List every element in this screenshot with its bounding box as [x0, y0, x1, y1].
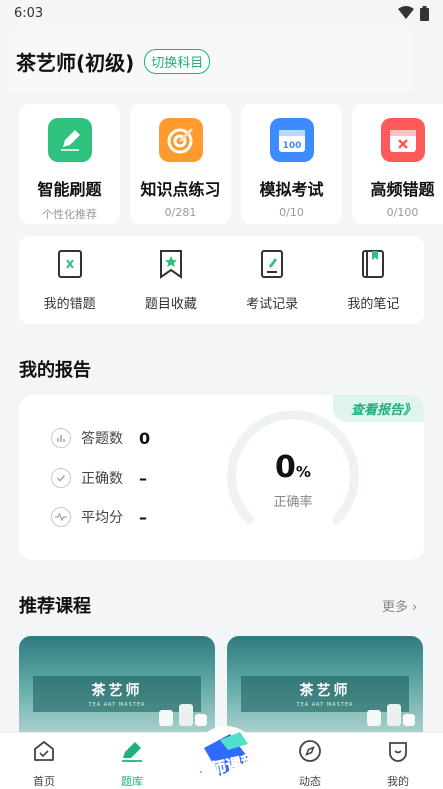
compass-icon: [299, 740, 321, 762]
tool-label: 我的笔记: [347, 296, 400, 312]
tab-profile[interactable]: 我的: [368, 739, 428, 789]
target-icon: [158, 118, 203, 162]
stat-value: –: [139, 468, 147, 488]
battery-icon: [420, 5, 429, 21]
tool-label: 题目收藏: [144, 296, 197, 312]
practice-card-mock-exam[interactable]: 100 模拟考试 0/10: [241, 104, 342, 224]
course-card[interactable]: 茶艺师 TEA ART MASTER: [227, 636, 423, 732]
course-subtitle: TEA ART MASTER: [296, 702, 354, 708]
notebook-icon: [362, 249, 385, 278]
practice-card-frequent-errors[interactable]: 高频错题 0/100: [352, 104, 443, 224]
subject-header: 茶艺师(初级) 切换科目: [8, 30, 412, 92]
tools-row: 我的错题 题目收藏 考试记录 我的笔记: [19, 236, 424, 324]
course-title: 茶艺师: [91, 683, 143, 699]
tool-label: 考试记录: [246, 296, 299, 312]
courses-title: 推荐课程: [19, 596, 91, 617]
practice-card-knowledge[interactable]: 知识点练习 0/281: [130, 104, 231, 224]
status-time: 6:03: [14, 5, 44, 21]
practice-sub: 个性化推荐: [42, 208, 97, 221]
practice-sub: 0/10: [279, 206, 304, 219]
practice-name: 知识点练习: [140, 180, 221, 199]
tab-label: 题库: [121, 775, 143, 788]
subject-title: 茶艺师(初级): [16, 50, 135, 75]
wrong-book-icon: [57, 249, 82, 278]
check-icon: [51, 468, 71, 488]
bookmark-star-icon: [159, 249, 182, 279]
stat-answered: 答题数 0: [51, 428, 150, 448]
tab-feed[interactable]: 动态: [280, 739, 340, 789]
accuracy-unit: %: [295, 463, 311, 481]
calendar-100-icon: 100: [269, 118, 314, 162]
pencil-icon: [122, 742, 142, 762]
course-subtitle: TEA ART MASTER: [88, 702, 146, 708]
tab-home[interactable]: 首页: [14, 739, 74, 789]
report-card: 查看报告》 答题数 0 正确数 – 平均分 – 0% 正确率: [19, 395, 424, 560]
accuracy-label: 正确率: [273, 495, 313, 510]
more-label: 更多: [382, 600, 409, 615]
practice-card-smart[interactable]: 智能刷题 个性化推荐: [19, 104, 120, 224]
wifi-icon: [398, 6, 414, 19]
tool-wrong-questions[interactable]: 我的错题: [25, 249, 115, 312]
practice-name: 模拟考试: [259, 180, 324, 199]
stat-correct: 正确数 –: [51, 468, 147, 488]
accuracy-value: 0%: [227, 450, 359, 485]
exam-record-icon: [261, 249, 284, 278]
tea-cups-image: [367, 704, 415, 726]
accuracy-number: 0: [275, 450, 296, 485]
pulse-icon: [51, 507, 71, 527]
error-icon: [380, 118, 425, 162]
tab-question-bank[interactable]: 题库: [102, 739, 162, 789]
course-card[interactable]: 茶艺师 TEA ART MASTER: [19, 636, 215, 732]
course-title: 茶艺师: [299, 683, 351, 699]
pencil-icon: [47, 118, 92, 162]
status-bar: 6:03: [0, 0, 443, 26]
stat-label: 答题数: [81, 431, 123, 447]
profile-icon: [389, 742, 407, 762]
practice-sub: 0/100: [386, 206, 419, 219]
more-courses-link[interactable]: 更多 ›: [382, 596, 417, 615]
report-title: 我的报告: [19, 360, 91, 381]
bar-chart-icon: [51, 428, 71, 448]
tab-label: 我的: [387, 775, 409, 788]
famous-teacher-course-button[interactable]: 名师课程: [190, 720, 262, 788]
stat-value: –: [139, 507, 147, 527]
chevron-right-icon: ›: [412, 600, 418, 615]
stat-value: 0: [139, 428, 151, 448]
practice-cards: 智能刷题 个性化推荐 知识点练习 0/281 100 模拟考试 0/10 高频错…: [19, 104, 443, 224]
practice-name: 智能刷题: [37, 180, 102, 199]
practice-sub: 0/281: [164, 206, 197, 219]
tool-label: 我的错题: [43, 296, 96, 312]
home-icon: [34, 741, 54, 761]
switch-subject-button[interactable]: 切换科目: [144, 48, 211, 74]
stat-label: 正确数: [81, 471, 123, 487]
svg-text:100: 100: [282, 141, 301, 151]
stat-average: 平均分 –: [51, 507, 147, 527]
stat-label: 平均分: [81, 510, 123, 526]
practice-name: 高频错题: [370, 180, 435, 199]
tab-label: 动态: [299, 775, 321, 788]
tool-favorites[interactable]: 题目收藏: [126, 249, 216, 312]
tool-my-notes[interactable]: 我的笔记: [328, 249, 418, 312]
tool-exam-records[interactable]: 考试记录: [227, 249, 317, 312]
tab-label: 首页: [33, 775, 55, 788]
